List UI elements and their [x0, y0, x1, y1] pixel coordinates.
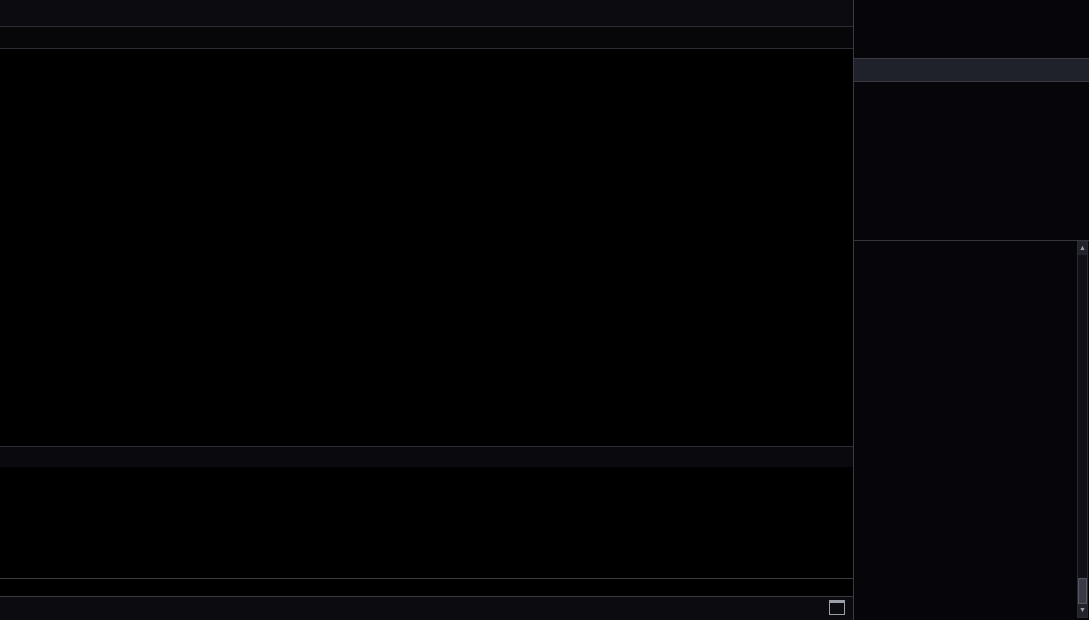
- panel-toggle-icon[interactable]: [829, 600, 845, 615]
- scroll-down-icon[interactable]: ▼: [1078, 604, 1087, 617]
- chart-sub-header: [0, 27, 853, 49]
- scroll-up-icon[interactable]: ▲: [1078, 242, 1087, 255]
- volume-header: [0, 446, 853, 467]
- top-toolbar: [0, 0, 853, 27]
- scroll-thumb[interactable]: [1078, 578, 1087, 604]
- quote-panel: ▲ ▼: [853, 0, 1089, 620]
- x-axis: [0, 578, 853, 596]
- indicator-toolbar: [0, 596, 853, 620]
- watchlist-actions: [854, 58, 1089, 82]
- candlestick-chart[interactable]: [0, 49, 853, 446]
- tick-table-header: [854, 220, 1089, 241]
- scrollbar[interactable]: ▲ ▼: [1077, 241, 1088, 618]
- volume-chart[interactable]: [0, 467, 853, 578]
